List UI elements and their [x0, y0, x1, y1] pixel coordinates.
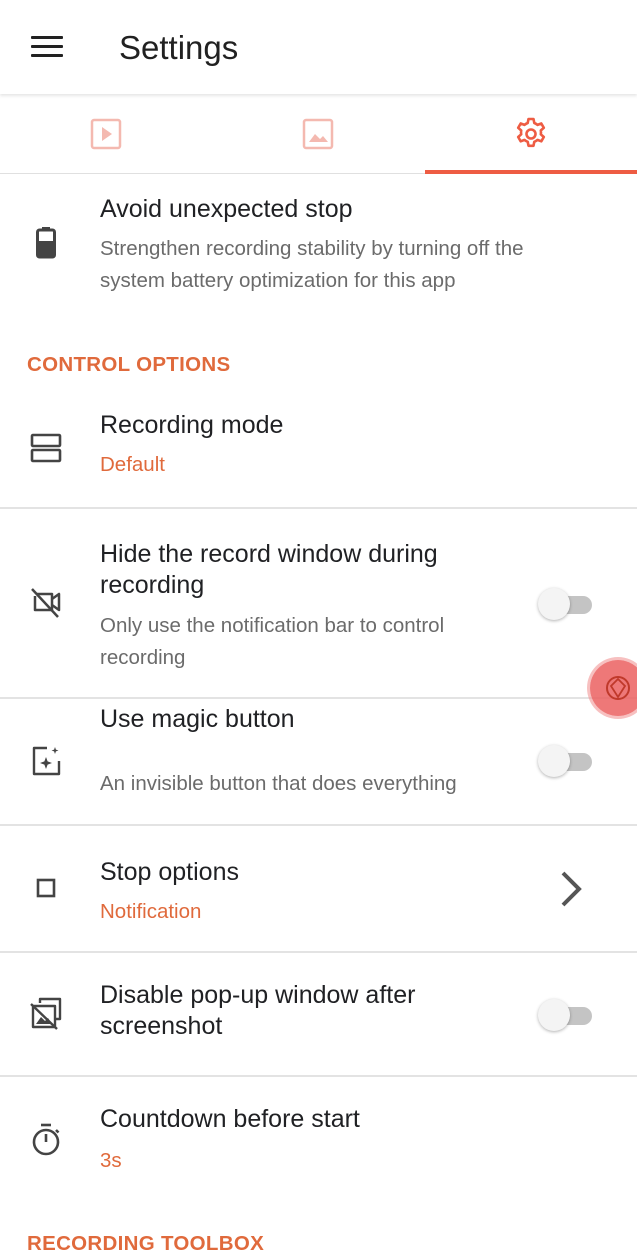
image-icon — [302, 118, 334, 150]
stopwatch-icon — [24, 1117, 68, 1161]
stop-options-item[interactable]: Stop options Notification — [0, 826, 637, 952]
stop-square-icon — [24, 866, 68, 910]
toggle-thumb — [538, 745, 570, 777]
tab-settings[interactable] — [425, 94, 637, 174]
hide-record-window-item[interactable]: Hide the record window during recording … — [0, 509, 637, 698]
tab-bar — [0, 94, 637, 174]
video-play-icon — [90, 118, 122, 150]
floating-magic-button[interactable] — [590, 660, 637, 716]
item-subtitle-line-2: system battery optimization for this app — [100, 269, 456, 292]
item-title: Recording mode — [100, 411, 284, 439]
item-subtitle: An invisible button that does everything — [100, 772, 457, 795]
gear-icon — [516, 117, 546, 148]
item-title: Countdown before start — [100, 1105, 360, 1133]
disable-popup-toggle[interactable] — [538, 998, 594, 1031]
split-layout-icon — [24, 426, 68, 470]
section-header-recording-toolbox: RECORDING TOOLBOX — [27, 1232, 265, 1255]
hide-record-window-toggle[interactable] — [538, 587, 594, 620]
item-title: Stop options — [100, 858, 239, 886]
countdown-item[interactable]: Countdown before start 3s — [0, 1077, 637, 1187]
battery-icon — [24, 220, 68, 264]
page-title: Settings — [119, 29, 239, 66]
item-subtitle-line-2: recording — [100, 646, 186, 669]
item-subtitle-line-1: Strengthen recording stability by turnin… — [100, 237, 524, 260]
tab-videos[interactable] — [0, 94, 212, 174]
item-title-line-1: Hide the record window during — [100, 540, 438, 568]
magic-button-item[interactable]: Use magic button An invisible button tha… — [0, 699, 637, 825]
toggle-thumb — [538, 999, 570, 1031]
tab-images[interactable] — [212, 94, 424, 174]
item-title: Use magic button — [100, 705, 295, 733]
item-value: 3s — [100, 1149, 122, 1172]
settings-list: Avoid unexpected stop Strengthen recordi… — [0, 174, 637, 1255]
hamburger-menu-icon[interactable] — [20, 27, 74, 67]
magic-button-toggle[interactable] — [538, 744, 594, 777]
chevron-right-icon[interactable] — [553, 867, 589, 911]
screenshot-off-icon — [24, 991, 68, 1035]
toggle-thumb — [538, 588, 570, 620]
magic-sparkle-icon — [24, 739, 68, 783]
item-title-line-2: screenshot — [100, 1012, 223, 1040]
item-title-line-1: Disable pop-up window after — [100, 981, 416, 1009]
disable-popup-item[interactable]: Disable pop-up window after screenshot — [0, 953, 637, 1075]
camera-lens-icon — [606, 676, 630, 700]
app-bar: Settings — [0, 0, 637, 94]
avoid-unexpected-stop-item[interactable]: Avoid unexpected stop Strengthen recordi… — [0, 174, 637, 304]
section-header-control-options: CONTROL OPTIONS — [27, 353, 231, 376]
active-tab-indicator — [425, 170, 637, 174]
recording-mode-item[interactable]: Recording mode Default — [0, 400, 637, 508]
item-value: Default — [100, 453, 165, 476]
item-subtitle-line-1: Only use the notification bar to control — [100, 614, 445, 637]
item-value: Notification — [100, 900, 202, 923]
item-title: Avoid unexpected stop — [100, 195, 353, 223]
item-title-line-2: recording — [100, 571, 205, 599]
video-off-icon — [24, 580, 68, 624]
